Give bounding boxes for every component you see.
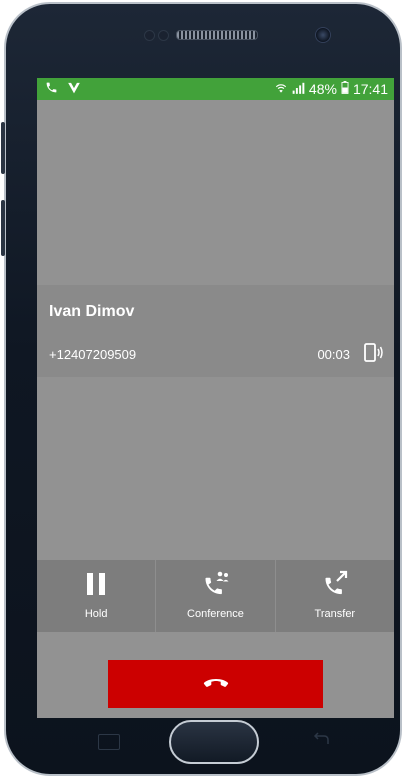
hold-button[interactable]: Hold bbox=[37, 560, 157, 632]
transfer-label: Transfer bbox=[314, 608, 356, 620]
end-call-button[interactable] bbox=[108, 660, 323, 708]
contact-number: +12407209509 bbox=[49, 347, 137, 362]
transfer-button[interactable]: Transfer bbox=[276, 560, 394, 632]
earpiece-speaker bbox=[176, 30, 258, 40]
status-bar: 48% 17:41 bbox=[37, 78, 394, 100]
battery-icon bbox=[341, 81, 349, 97]
vibe-icon bbox=[67, 81, 81, 97]
wifi-icon bbox=[274, 81, 288, 97]
call-timer: 00:03 bbox=[317, 347, 350, 362]
signal-icon bbox=[292, 81, 305, 97]
pause-icon bbox=[82, 570, 110, 598]
screen: 48% 17:41 Ivan Dimov +12407209509 00:03 bbox=[37, 78, 394, 718]
phone-icon bbox=[45, 81, 58, 97]
phone-frame: 48% 17:41 Ivan Dimov +12407209509 00:03 bbox=[1, 2, 402, 776]
volume-button bbox=[1, 122, 5, 174]
contact-panel: Ivan Dimov +12407209509 00:03 bbox=[37, 285, 394, 377]
battery-percent: 48% bbox=[308, 81, 337, 97]
contact-name: Ivan Dimov bbox=[49, 303, 135, 320]
conference-label: Conference bbox=[187, 608, 244, 620]
conference-button[interactable]: Conference bbox=[156, 560, 276, 632]
recent-apps-key[interactable] bbox=[98, 734, 120, 750]
home-button[interactable] bbox=[169, 720, 259, 764]
phone-audio-icon[interactable] bbox=[362, 343, 384, 363]
transfer-icon bbox=[321, 570, 349, 598]
clock: 17:41 bbox=[352, 81, 388, 97]
front-camera bbox=[315, 27, 331, 43]
call-actions: Hold Conference Transfer bbox=[37, 560, 394, 632]
back-key[interactable] bbox=[310, 730, 332, 750]
proximity-sensor bbox=[144, 30, 155, 41]
conference-icon bbox=[201, 570, 229, 598]
light-sensor bbox=[158, 30, 169, 41]
volume-button-2 bbox=[1, 200, 5, 256]
hold-label: Hold bbox=[84, 608, 108, 620]
